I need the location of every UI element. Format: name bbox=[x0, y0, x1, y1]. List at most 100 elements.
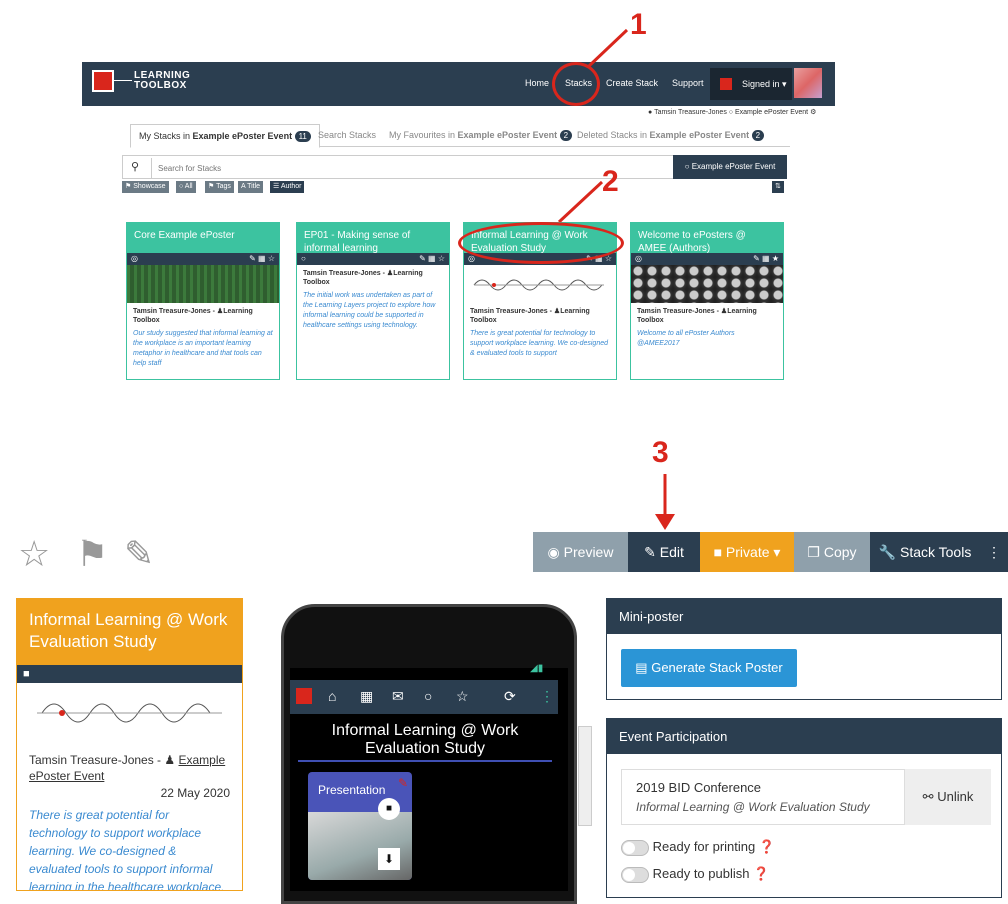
card-actions-icon[interactable]: ✎ ▦ ☆ bbox=[249, 253, 275, 265]
card-title: EP01 - Making sense of informal learning bbox=[297, 223, 449, 254]
generate-poster-button[interactable]: ▤ Generate Stack Poster bbox=[621, 649, 797, 687]
circuit-board-image bbox=[127, 265, 279, 303]
ready-printing-toggle[interactable] bbox=[621, 839, 649, 856]
phone-scrollbar[interactable] bbox=[578, 726, 592, 826]
logo-text[interactable]: LEARNING TOOLBOX bbox=[134, 71, 190, 91]
signed-in-menu[interactable]: Signed in ▾ bbox=[710, 68, 792, 100]
conference-name: 2019 BID Conference bbox=[636, 780, 762, 795]
tab-search-stacks[interactable]: Search Stacks bbox=[318, 124, 376, 146]
event-participation-heading: Event Participation bbox=[607, 719, 1001, 754]
star-icon[interactable]: ☆ bbox=[18, 533, 50, 575]
edit-button[interactable]: ✎ Edit bbox=[628, 532, 700, 572]
nav-create-stack[interactable]: Create Stack bbox=[606, 78, 658, 88]
unlink-button[interactable]: ⚯ Unlink bbox=[904, 769, 991, 825]
event-name[interactable]: Example ePoster Event bbox=[735, 109, 808, 116]
count-badge: 11 bbox=[294, 131, 311, 142]
tab-event: Example ePoster Event bbox=[649, 130, 750, 140]
preview-label: Preview bbox=[563, 544, 614, 560]
download-icon[interactable]: ⬇ bbox=[378, 848, 400, 870]
preview-button[interactable]: ◉ Preview bbox=[533, 532, 628, 572]
card-author: Tamsin Treasure-Jones - ♟Learning Toolbo… bbox=[464, 303, 616, 327]
tab-label: My Favourites in bbox=[389, 130, 458, 140]
logo-icon[interactable] bbox=[92, 70, 114, 92]
kebab-menu-icon[interactable]: ⋮ bbox=[540, 688, 554, 705]
filter-label: All bbox=[184, 183, 193, 190]
search-icon: ⚲ bbox=[131, 161, 140, 173]
home-icon[interactable]: ⌂ bbox=[328, 688, 336, 704]
filter-tags[interactable]: ⚑ Tags bbox=[205, 181, 234, 193]
event-filter-button[interactable]: ○ Example ePoster Event bbox=[673, 155, 787, 179]
tab-deleted-stacks[interactable]: Deleted Stacks in Example ePoster Event … bbox=[577, 124, 765, 146]
card-title: Core Example ePoster bbox=[127, 223, 279, 253]
author-name: Tamsin Treasure-Jones - bbox=[29, 753, 165, 767]
lock-icon: ■ bbox=[713, 544, 723, 560]
search-input[interactable] bbox=[151, 158, 660, 178]
lock-bar: ■ bbox=[17, 665, 242, 683]
annotation-circle-1 bbox=[552, 62, 600, 106]
more-menu-icon[interactable]: ⋮ bbox=[980, 532, 1008, 572]
copy-button[interactable]: ❐ Copy bbox=[794, 532, 870, 572]
card-description: The initial work was undertaken as part … bbox=[303, 292, 436, 329]
nav-support[interactable]: Support bbox=[672, 78, 704, 88]
highlighter-icon[interactable]: ✎ bbox=[124, 533, 154, 575]
filter-all[interactable]: ○ All bbox=[176, 181, 196, 193]
author-name: Tamsin Treasure-Jones - bbox=[133, 308, 217, 315]
tab-favourites[interactable]: My Favourites in Example ePoster Event 2 bbox=[389, 124, 573, 146]
stack-card[interactable]: Welcome to ePosters @ AMEE (Authors) ◎ ✎… bbox=[630, 222, 784, 380]
edit-label: Edit bbox=[659, 544, 684, 560]
card-description: Our study suggested that informal learni… bbox=[133, 330, 273, 367]
generate-poster-label: Generate Stack Poster bbox=[651, 660, 783, 675]
edit-corner-icon[interactable]: ✎ bbox=[398, 776, 408, 790]
card-description: There is great potential for technology … bbox=[470, 330, 609, 357]
presentation-tile[interactable]: Presentation ■ ⬇ ✎ bbox=[308, 772, 412, 880]
filter-showcase[interactable]: ⚑ Showcase bbox=[122, 181, 169, 193]
annotation-line-2 bbox=[557, 180, 604, 224]
stack-description: There is great potential for technology … bbox=[29, 808, 225, 891]
grid-icon[interactable]: ▦ bbox=[360, 688, 373, 705]
unlink-icon: ⚯ bbox=[922, 789, 934, 804]
help-icon[interactable]: ❓ bbox=[759, 839, 775, 854]
gear-icon[interactable]: ⚙ bbox=[810, 109, 816, 116]
filter-author[interactable]: ☰ Author bbox=[270, 181, 305, 193]
poster-icon: ▤ bbox=[635, 660, 648, 675]
sync-icon[interactable]: ⟳ bbox=[504, 688, 516, 705]
card-actions-icon[interactable]: ✎ ▦ ☆ bbox=[419, 253, 445, 265]
wave-graphic bbox=[473, 279, 604, 291]
stack-tools-label: Stack Tools bbox=[899, 544, 972, 560]
mini-poster-panel: Mini-poster ▤ Generate Stack Poster bbox=[606, 598, 1002, 700]
document-icon[interactable]: ■ bbox=[378, 798, 400, 820]
stack-tools-button[interactable]: 🔧 Stack Tools bbox=[870, 532, 980, 572]
stack-card[interactable]: Core Example ePoster ◎ ✎ ▦ ☆ Tamsin Trea… bbox=[126, 222, 280, 380]
card-author: Tamsin Treasure-Jones - ♟Learning Toolbo… bbox=[631, 303, 783, 327]
count-badge: 2 bbox=[751, 130, 765, 141]
star-icon[interactable]: ☆ bbox=[456, 688, 469, 705]
card-description: Welcome to all ePoster Authors @AMEE2017 bbox=[637, 330, 735, 347]
user-icon: ● bbox=[648, 109, 653, 116]
avatar[interactable] bbox=[794, 68, 822, 98]
nav-home[interactable]: Home bbox=[525, 78, 549, 88]
eye-icon: ◉ bbox=[547, 544, 560, 560]
card-actions-icon[interactable]: ✎ ▦ ★ bbox=[753, 253, 779, 265]
mail-icon[interactable]: ✉ bbox=[392, 688, 404, 705]
timeline-graphic bbox=[37, 703, 222, 723]
sort-icon[interactable]: ⇅ bbox=[772, 181, 784, 193]
author-name: Tamsin Treasure-Jones - bbox=[470, 308, 554, 315]
stack-card[interactable]: EP01 - Making sense of informal learning… bbox=[296, 222, 450, 380]
edit-icon: ✎ bbox=[644, 544, 656, 560]
filter-label: Showcase bbox=[133, 183, 166, 190]
event-icon: ○ bbox=[728, 109, 734, 116]
user-name[interactable]: Tamsin Treasure-Jones bbox=[654, 109, 727, 116]
chat-icon[interactable]: ○ bbox=[424, 688, 432, 704]
ready-printing-row: Ready for printing ❓ bbox=[621, 839, 775, 856]
ready-publish-toggle[interactable] bbox=[621, 866, 649, 883]
event-participation-panel: Event Participation 2019 BID Conference … bbox=[606, 718, 1002, 898]
private-dropdown[interactable]: ■ Private ▾ bbox=[700, 532, 794, 572]
filter-title[interactable]: A Title bbox=[238, 181, 264, 193]
help-icon[interactable]: ❓ bbox=[753, 866, 769, 881]
annotation-ellipse-2 bbox=[458, 222, 624, 264]
pin-icon[interactable]: ⚑ bbox=[76, 533, 108, 575]
tab-my-stacks[interactable]: My Stacks in Example ePoster Event 11 bbox=[130, 124, 320, 148]
filter-label: Title bbox=[247, 183, 261, 190]
app-logo-icon[interactable] bbox=[296, 688, 312, 704]
card-toolbar: ◎ ✎ ▦ ☆ bbox=[127, 253, 279, 265]
